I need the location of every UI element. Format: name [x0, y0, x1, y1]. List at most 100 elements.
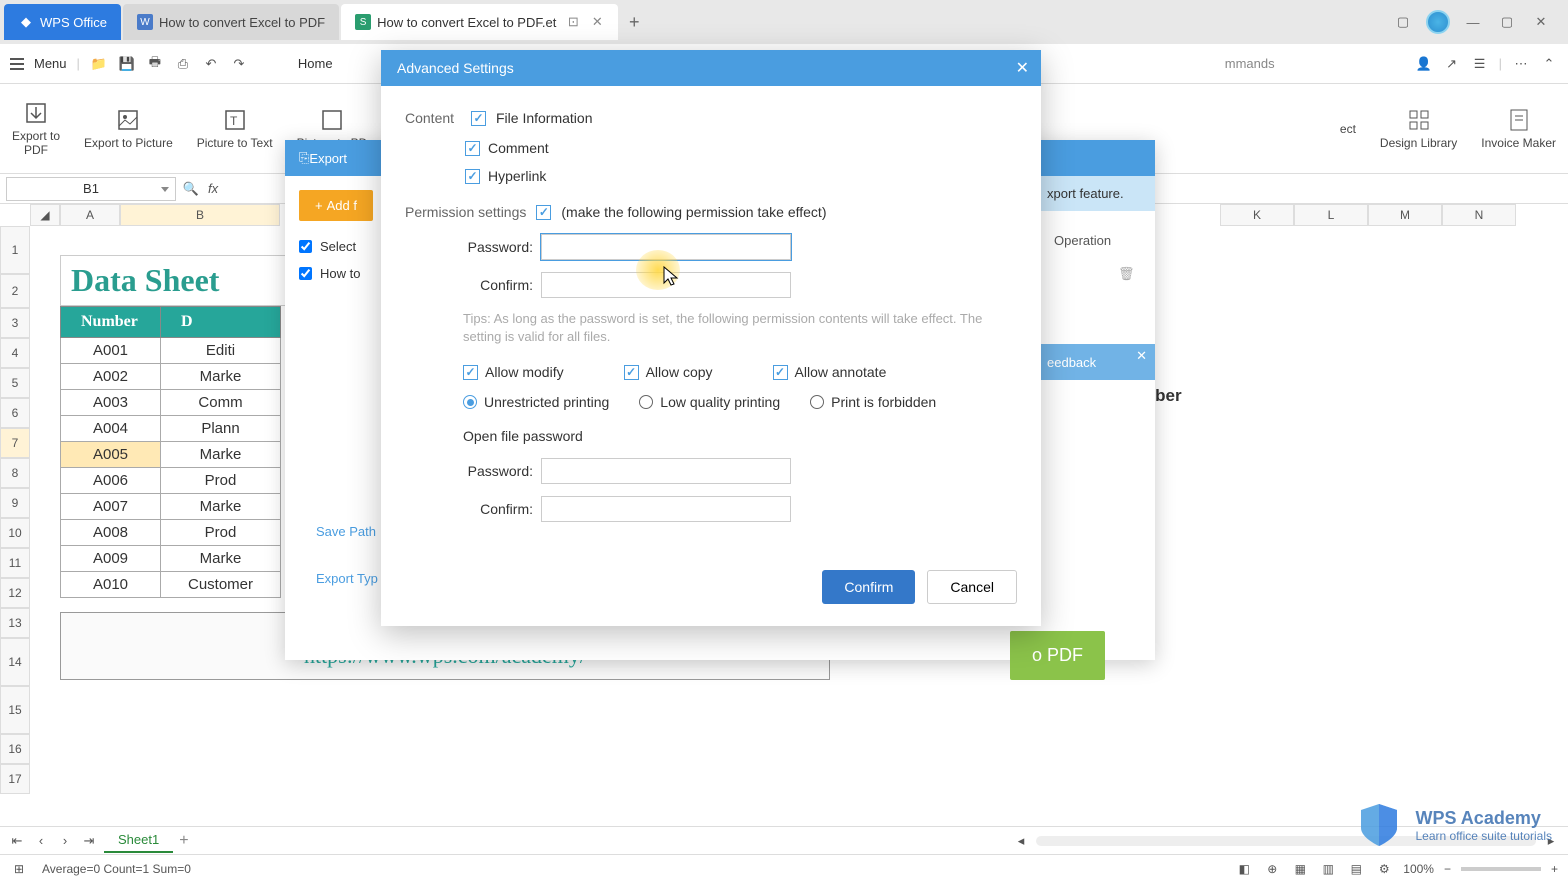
allow-modify-checkbox[interactable] — [463, 365, 478, 380]
row-17[interactable]: 17 — [0, 764, 30, 794]
picture-to-text-button[interactable]: T Picture to Text — [197, 108, 273, 150]
unrestricted-radio[interactable] — [463, 395, 477, 409]
view2-icon[interactable]: ⊕ — [1263, 860, 1281, 878]
cell[interactable]: Marke — [161, 546, 281, 572]
row-7[interactable]: 7 — [0, 428, 30, 458]
cancel-button[interactable]: Cancel — [927, 570, 1017, 604]
cell[interactable]: Editi — [161, 338, 281, 364]
cell[interactable]: Marke — [161, 442, 281, 468]
open-password-input[interactable] — [541, 458, 791, 484]
cell[interactable]: Prod — [161, 520, 281, 546]
user-avatar[interactable] — [1426, 10, 1450, 34]
file-checkbox[interactable] — [299, 267, 312, 280]
comment-checkbox[interactable] — [465, 141, 480, 156]
hamburger-icon[interactable] — [10, 58, 24, 70]
hyperlink-checkbox[interactable] — [465, 169, 480, 184]
cell[interactable]: Marke — [161, 364, 281, 390]
close-window-icon[interactable]: ✕ — [1530, 11, 1552, 33]
row-10[interactable]: 10 — [0, 518, 30, 548]
file-info-checkbox[interactable] — [471, 111, 486, 126]
undo-icon[interactable]: ↶ — [202, 55, 220, 73]
cell[interactable]: Comm — [161, 390, 281, 416]
password-input[interactable] — [541, 234, 791, 260]
open-confirm-input[interactable] — [541, 496, 791, 522]
cell[interactable]: A004 — [61, 416, 161, 442]
select-all-corner[interactable]: ◢ — [30, 204, 60, 226]
design-library-button[interactable]: Design Library — [1380, 108, 1457, 150]
next-sheet-icon[interactable]: › — [56, 832, 74, 850]
calendar-icon[interactable]: ▢ — [1392, 11, 1414, 33]
status-icon[interactable]: ⊞ — [10, 860, 28, 878]
row-12[interactable]: 12 — [0, 578, 30, 608]
menu-label[interactable]: Menu — [34, 56, 67, 71]
row-4[interactable]: 4 — [0, 338, 30, 368]
hscroll-left[interactable]: ◂ — [1012, 832, 1030, 850]
row-2[interactable]: 2 — [0, 274, 30, 308]
open-icon[interactable]: 📁 — [90, 55, 108, 73]
cell[interactable]: Plann — [161, 416, 281, 442]
allow-annotate-checkbox[interactable] — [773, 365, 788, 380]
print-icon[interactable]: 🖶 — [146, 55, 164, 73]
tab-pin-icon[interactable]: ⊡ — [566, 15, 580, 29]
row-3[interactable]: 3 — [0, 308, 30, 338]
invoice-maker-button[interactable]: Invoice Maker — [1481, 108, 1556, 150]
cell[interactable]: A009 — [61, 546, 161, 572]
zoom-in-icon[interactable]: + — [1551, 862, 1558, 876]
to-pdf-button[interactable]: o PDF — [1010, 631, 1105, 680]
row-14[interactable]: 14 — [0, 638, 30, 686]
view5-icon[interactable]: ▤ — [1347, 860, 1365, 878]
low-quality-radio[interactable] — [639, 395, 653, 409]
sheet1-tab[interactable]: Sheet1 — [104, 828, 173, 853]
cell[interactable]: A002 — [61, 364, 161, 390]
chevron-up-icon[interactable]: ⌃ — [1540, 55, 1558, 73]
view4-icon[interactable]: ▥ — [1319, 860, 1337, 878]
fx-label[interactable]: fx — [200, 181, 226, 196]
app-tab[interactable]: ◆ WPS Office — [4, 4, 121, 40]
row-16[interactable]: 16 — [0, 734, 30, 764]
dots-icon[interactable]: ⋯ — [1512, 55, 1530, 73]
prev-sheet-icon[interactable]: ‹ — [32, 832, 50, 850]
confirm-input[interactable] — [541, 272, 791, 298]
add-sheet-button[interactable]: + — [179, 832, 188, 850]
save-icon[interactable]: 💾 — [118, 55, 136, 73]
row-1[interactable]: 1 — [0, 226, 30, 274]
add-file-button[interactable]: + Add f — [299, 190, 373, 221]
minimize-icon[interactable]: — — [1462, 11, 1484, 33]
new-tab-button[interactable]: + — [620, 8, 648, 36]
export-picture-button[interactable]: Export to Picture — [84, 108, 173, 150]
zoom-out-icon[interactable]: − — [1444, 862, 1451, 876]
tab-close-icon[interactable]: ✕ — [590, 15, 604, 29]
select-all-checkbox[interactable] — [299, 240, 312, 253]
col-B[interactable]: B — [120, 204, 280, 226]
zoom-level[interactable]: 100% — [1403, 862, 1434, 876]
cell[interactable]: A008 — [61, 520, 161, 546]
col-N[interactable]: N — [1442, 204, 1516, 226]
first-sheet-icon[interactable]: ⇤ — [8, 832, 26, 850]
row-5[interactable]: 5 — [0, 368, 30, 398]
last-sheet-icon[interactable]: ⇥ — [80, 832, 98, 850]
export-pdf-button[interactable]: Export to PDF — [12, 101, 60, 157]
zoom-icon[interactable]: 🔍 — [182, 180, 200, 198]
cell[interactable]: A007 — [61, 494, 161, 520]
row-8[interactable]: 8 — [0, 458, 30, 488]
cell[interactable]: Customer — [161, 572, 281, 598]
redo-icon[interactable]: ↷ — [230, 55, 248, 73]
row-6[interactable]: 6 — [0, 398, 30, 428]
tab-2-active[interactable]: S How to convert Excel to PDF.et ⊡ ✕ — [341, 4, 618, 40]
share-icon[interactable]: 👤 — [1415, 55, 1433, 73]
row-11[interactable]: 11 — [0, 548, 30, 578]
cell[interactable]: A001 — [61, 338, 161, 364]
cell[interactable]: A010 — [61, 572, 161, 598]
row-9[interactable]: 9 — [0, 488, 30, 518]
print-preview-icon[interactable]: ⎙ — [174, 55, 192, 73]
settings-icon[interactable]: ⚙ — [1375, 860, 1393, 878]
modal-close-icon[interactable]: ✕ — [1016, 58, 1029, 78]
allow-copy-checkbox[interactable] — [624, 365, 639, 380]
cell[interactable]: Marke — [161, 494, 281, 520]
permission-checkbox[interactable] — [536, 205, 551, 220]
forbidden-radio[interactable] — [810, 395, 824, 409]
zoom-slider[interactable] — [1461, 867, 1541, 871]
cell[interactable]: A003 — [61, 390, 161, 416]
export-icon[interactable]: ↗ — [1443, 55, 1461, 73]
cell[interactable]: A006 — [61, 468, 161, 494]
